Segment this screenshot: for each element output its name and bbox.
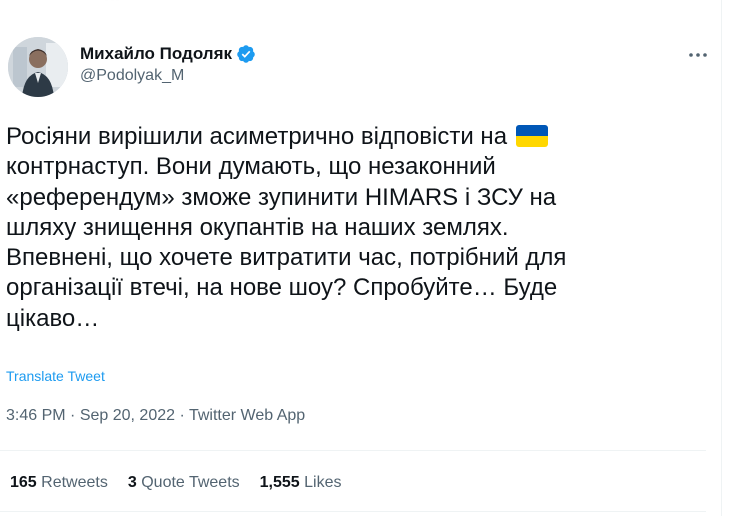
meta-separator: · [70,407,76,424]
likes-label: Likes [304,474,342,491]
divider [0,511,706,512]
quote-tweets-stat[interactable]: 3 Quote Tweets [128,474,240,492]
likes-count: 1,555 [259,474,300,491]
author-handle[interactable]: @Podolyak_M [80,67,256,85]
retweets-stat[interactable]: 165 Retweets [10,474,108,492]
tweet-text-body: контрнаступ. Вони думають, що незаконний… [6,153,567,332]
likes-stat[interactable]: 1,555 Likes [260,474,342,492]
tweet-source-app[interactable]: Twitter Web App [189,407,305,424]
display-name[interactable]: Михайло Подоляк [80,44,232,64]
tweet-date[interactable]: Sep 20, 2022 [80,407,175,424]
tweet-stats: 165 Retweets 3 Quote Tweets 1,555 Likes [10,474,362,492]
right-edge [721,0,740,516]
avatar-image [8,37,68,97]
tweet-header: Михайло Подоляк @Podolyak_M [4,37,714,99]
avatar[interactable] [8,37,68,97]
divider [0,450,706,451]
display-name-row: Михайло Подоляк [80,43,256,65]
retweets-label: Retweets [41,474,108,491]
tweet-time[interactable]: 3:46 PM [6,407,66,424]
quote-tweets-count: 3 [127,474,137,491]
verified-badge-icon [237,45,255,63]
author-names: Михайло Подоляк @Podolyak_M [80,43,256,85]
top-fade: ▪▪▪ [105,0,145,5]
quote-tweets-label: Quote Tweets [141,474,240,491]
tweet-text-line1: Росіяни вирішили асиметрично відповісти … [6,123,508,150]
translate-tweet-link[interactable]: Translate Tweet [6,368,105,384]
meta-separator: · [179,407,185,424]
ukraine-flag-icon [515,125,548,147]
tweet-meta: 3:46 PM · Sep 20, 2022 · Twitter Web App [6,407,305,425]
tweet-text: Росіяни вирішили асиметрично відповісти … [6,122,706,334]
tweet-screen: ▪▪▪ Михайло Подоляк @Pod [0,0,740,516]
more-horizontal-icon[interactable] [686,43,710,67]
retweets-count: 165 [10,474,37,491]
